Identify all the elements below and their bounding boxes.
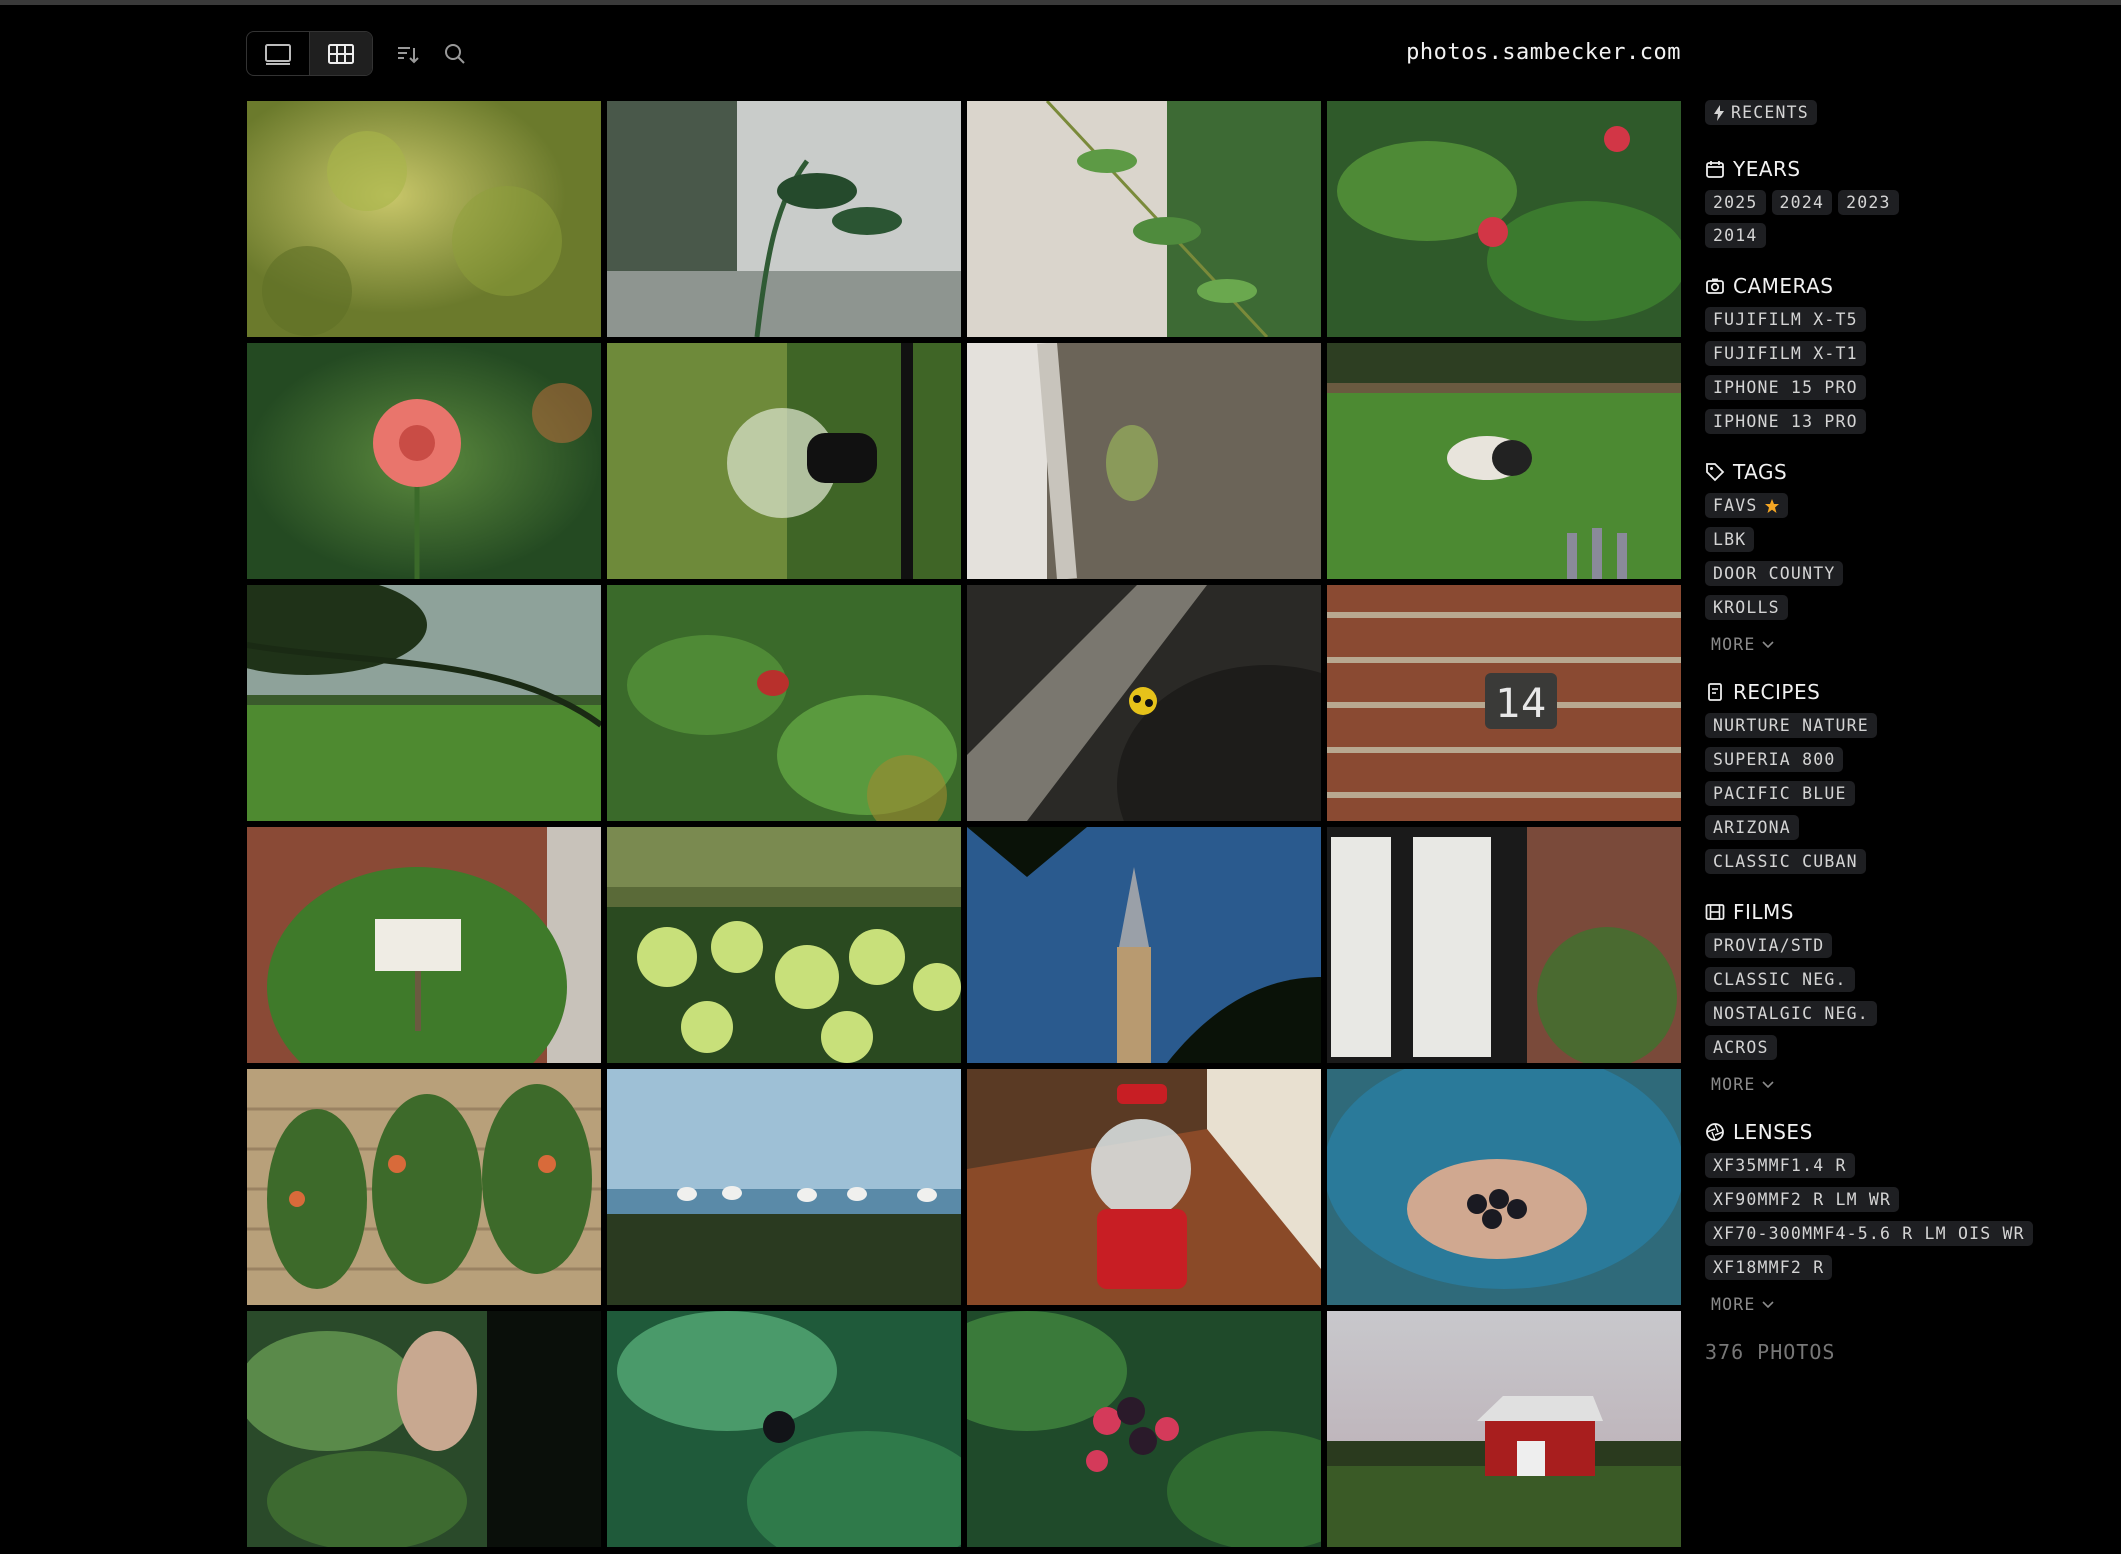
years-heading: YEARS <box>1733 157 1801 181</box>
svg-text:14: 14 <box>1496 681 1547 727</box>
bolt-icon <box>1714 104 1724 121</box>
view-toggle <box>246 31 373 76</box>
tag-icon <box>1706 463 1725 482</box>
tag-chip[interactable]: DOOR COUNTY <box>1705 561 1844 586</box>
photo-zinnia[interactable] <box>247 343 601 579</box>
grid-view-button[interactable] <box>309 32 372 75</box>
camera-chip[interactable]: IPHONE 13 PRO <box>1705 409 1866 434</box>
photo-hand-picking[interactable] <box>247 1311 601 1547</box>
single-view-icon <box>265 43 291 65</box>
search-button[interactable] <box>435 32 475 75</box>
photo-white-doors[interactable] <box>1327 827 1681 1063</box>
camera-chip[interactable]: FUJIFILM X-T5 <box>1705 307 1866 332</box>
photo-rosehip[interactable] <box>607 585 961 821</box>
more-label: MORE <box>1711 1075 1756 1094</box>
photo-count: 376 PHOTOS <box>1705 1340 1836 1364</box>
recipe-chip[interactable]: CLASSIC CUBAN <box>1705 849 1866 874</box>
single-view-button[interactable] <box>247 32 309 75</box>
year-chip-2014[interactable]: 2014 <box>1705 223 1766 248</box>
recipe-chip[interactable]: ARIZONA <box>1705 815 1799 840</box>
camera-chip[interactable]: FUJIFILM X-T1 <box>1705 341 1866 366</box>
toolbar <box>246 31 475 76</box>
cameras-heading: CAMERAS <box>1733 274 1834 298</box>
tag-chip[interactable]: LBK <box>1705 527 1755 552</box>
films-heading: FILMS <box>1733 900 1794 924</box>
recipe-chip[interactable]: SUPERIA 800 <box>1705 747 1844 772</box>
lens-chip[interactable]: XF90MMF2 R LM WR <box>1705 1187 1900 1212</box>
lens-chip[interactable]: XF70-300MMF4-5.6 R LM OIS WR <box>1705 1221 2033 1246</box>
tags-more-button[interactable]: MORE <box>1705 629 1780 654</box>
photo-cicada-wall[interactable] <box>967 343 1321 579</box>
chevron-down-icon <box>1761 640 1774 648</box>
photo-tomato-plant[interactable] <box>607 101 961 337</box>
photo-brick-14[interactable]: 14 <box>1327 585 1681 821</box>
tag-chip-label: FAVS <box>1713 496 1758 515</box>
film-icon <box>1705 904 1725 920</box>
year-chip-2023[interactable]: 2023 <box>1838 190 1899 215</box>
photo-hands-blackberries[interactable] <box>1327 1069 1681 1305</box>
photo-private-sign[interactable] <box>247 827 601 1063</box>
sidebar: RECENTS YEARS 2025 2024 2023 2014 CAMERA… <box>1705 100 2105 1364</box>
tag-chip[interactable]: KROLLS <box>1705 595 1788 620</box>
photo-gumball-machine[interactable] <box>967 1069 1321 1305</box>
year-chip-2024[interactable]: 2024 <box>1771 190 1833 215</box>
lens-chip[interactable]: XF35MMF1.4 R <box>1705 1153 1855 1178</box>
photo-meadow-trees[interactable] <box>247 585 601 821</box>
more-label: MORE <box>1711 635 1756 654</box>
tags-section: TAGS FAVS LBK DOOR COUNTY KROLLS MORE <box>1705 460 2105 654</box>
chevron-down-icon <box>1761 1080 1774 1088</box>
films-section: FILMS PROVIA/STD CLASSIC NEG. NOSTALGIC … <box>1705 900 2105 1094</box>
recipe-icon <box>1708 683 1722 701</box>
tags-heading: TAGS <box>1733 460 1788 484</box>
sort-icon <box>398 46 419 63</box>
recipe-chip[interactable]: NURTURE NATURE <box>1705 713 1877 738</box>
cameras-section: CAMERAS FUJIFILM X-T5 FUJIFILM X-T1 IPHO… <box>1705 274 2105 434</box>
more-label: MORE <box>1711 1295 1756 1314</box>
photo-light-bulb[interactable] <box>607 343 961 579</box>
calendar-icon <box>1706 161 1724 178</box>
photo-red-barn[interactable] <box>1327 1311 1681 1547</box>
grid-view-icon <box>328 43 354 64</box>
site-title[interactable]: photos.sambecker.com <box>1406 40 1681 65</box>
year-chip-2025[interactable]: 2025 <box>1705 190 1766 215</box>
film-chip[interactable]: CLASSIC NEG. <box>1705 967 1855 992</box>
photo-leaves-yellow[interactable] <box>247 101 601 337</box>
recipes-heading: RECIPES <box>1733 680 1821 704</box>
film-chip[interactable]: PROVIA/STD <box>1705 933 1833 958</box>
lens-chip[interactable]: XF18MMF2 R <box>1705 1255 1833 1280</box>
photo-goat-field[interactable] <box>1327 343 1681 579</box>
photo-hydrangeas[interactable] <box>607 827 961 1063</box>
photo-espalier-wall[interactable] <box>247 1069 601 1305</box>
film-chip[interactable]: NOSTALGIC NEG. <box>1705 1001 1877 1026</box>
lenses-more-button[interactable]: MORE <box>1705 1289 1780 1314</box>
window-top-border <box>0 0 2121 5</box>
recents-chip[interactable]: RECENTS <box>1705 100 1817 125</box>
recipe-chip[interactable]: PACIFIC BLUE <box>1705 781 1855 806</box>
star-icon <box>1764 498 1779 513</box>
films-more-button[interactable]: MORE <box>1705 1069 1780 1094</box>
lenses-heading: LENSES <box>1733 1120 1813 1144</box>
film-chip[interactable]: ACROS <box>1705 1035 1777 1060</box>
search-icon <box>445 43 465 64</box>
lenses-section: LENSES XF35MMF1.4 R XF90MMF2 R LM WR XF7… <box>1705 1120 2105 1314</box>
photo-grid: 14 <box>247 101 1681 1547</box>
sort-button[interactable] <box>387 32 427 75</box>
photo-seagulls-posts[interactable] <box>607 1069 961 1305</box>
photo-church-tower[interactable] <box>967 827 1321 1063</box>
tag-chip-favs[interactable]: FAVS <box>1705 493 1788 518</box>
photo-ladybug-record[interactable] <box>967 585 1321 821</box>
photo-red-berries[interactable] <box>1327 101 1681 337</box>
photo-raspberries[interactable] <box>967 1311 1321 1547</box>
recipes-section: RECIPES NURTURE NATURE SUPERIA 800 PACIF… <box>1705 680 2105 874</box>
photo-blackberry-leaf[interactable] <box>607 1311 961 1547</box>
aperture-icon <box>1706 1123 1724 1141</box>
photo-branch-leaves[interactable] <box>967 101 1321 337</box>
camera-chip[interactable]: IPHONE 15 PRO <box>1705 375 1866 400</box>
recents-label: RECENTS <box>1731 103 1809 122</box>
years-section: YEARS 2025 2024 2023 2014 <box>1705 157 2105 248</box>
camera-icon <box>1706 278 1724 294</box>
chevron-down-icon <box>1761 1300 1774 1308</box>
